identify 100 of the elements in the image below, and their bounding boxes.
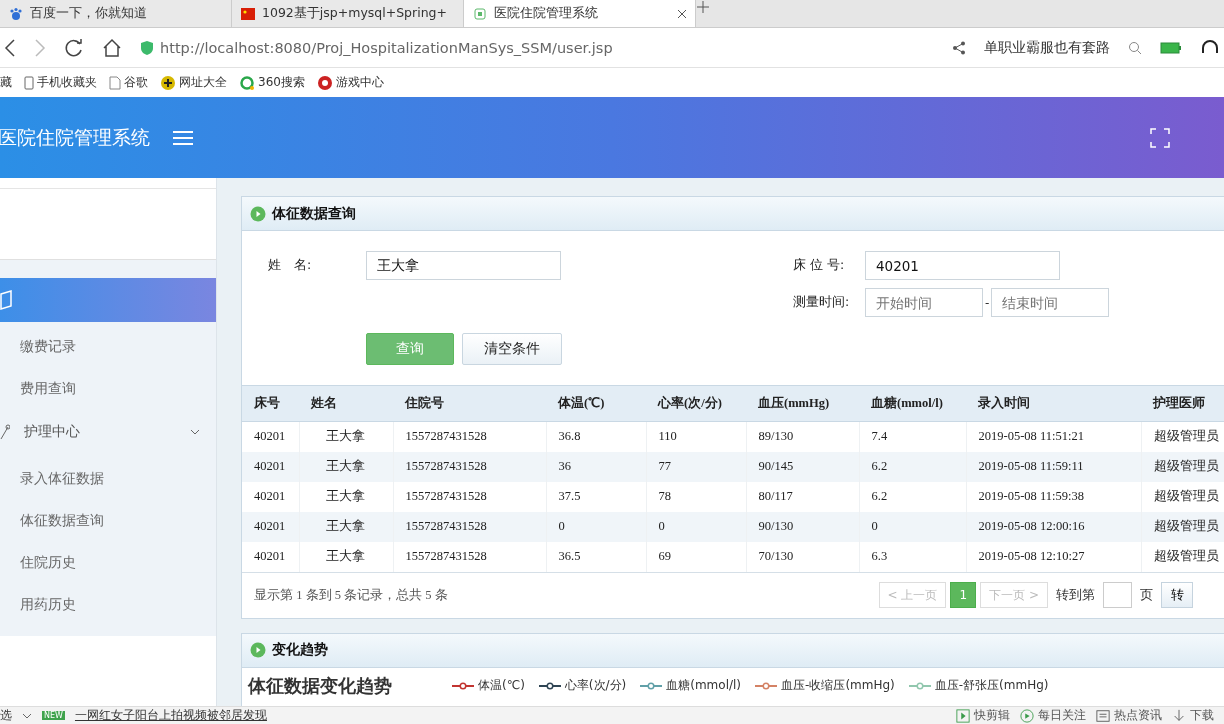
legend-item[interactable]: 心率(次/分) — [538, 677, 627, 694]
table-cell: 0 — [546, 511, 646, 542]
table-cell: 王大拿 — [299, 511, 393, 542]
chevron-icon — [190, 428, 200, 436]
menu-item[interactable]: 费用查询 — [0, 368, 216, 410]
legend-item[interactable]: 血压-舒张压(mmHg) — [908, 677, 1049, 694]
legend-item[interactable]: 血糖(mmol/l) — [640, 677, 742, 694]
table-cell: 1557287431528 — [393, 451, 546, 482]
bookmark-link[interactable]: 游戏中心 — [316, 74, 384, 91]
table-cell: 1557287431528 — [393, 511, 546, 542]
menu-item[interactable]: 用药历史 — [0, 584, 216, 626]
table-cell: 2019-05-08 11:59:11 — [966, 451, 1141, 482]
new-badge: NEW — [42, 711, 65, 720]
field-label: 床 位 号: — [793, 257, 846, 274]
column-header: 录入时间 — [966, 385, 1141, 422]
name-field[interactable]: 王大拿 — [366, 251, 561, 280]
end-time-field[interactable]: 结束时间 — [991, 288, 1110, 317]
start-time-field[interactable]: 开始时间 — [865, 288, 983, 317]
table-cell: 6.2 — [859, 481, 966, 512]
page-number-field[interactable] — [1103, 582, 1132, 608]
table-cell: 36 — [546, 451, 646, 482]
phone-icon — [24, 75, 34, 90]
status-tool[interactable]: 热点资讯 — [1096, 708, 1162, 723]
table-cell: 6.2 — [859, 451, 966, 482]
table-cell: 80/117 — [746, 481, 859, 512]
table-cell: 超级管理员 — [1141, 421, 1224, 452]
clip-icon — [956, 708, 970, 723]
chevron-icon[interactable] — [22, 711, 32, 720]
goto-label: 转到第 — [1056, 586, 1095, 604]
menu-item[interactable]: 体征数据查询 — [0, 500, 216, 542]
reload-icon[interactable] — [64, 37, 84, 58]
ring-icon — [239, 74, 255, 91]
search-field[interactable]: 单职业霸服也有套路 — [984, 38, 1110, 57]
plus-icon — [160, 74, 176, 91]
bookmark-link[interactable]: 谷歌 — [109, 74, 148, 91]
bed-field[interactable]: 40201 — [865, 251, 1060, 280]
bookmark-link[interactable]: 藏 — [0, 74, 12, 91]
share-icon[interactable] — [952, 40, 966, 55]
table-cell: 78 — [646, 481, 746, 512]
close-icon[interactable] — [677, 8, 687, 19]
table-cell: 超级管理员 — [1141, 451, 1224, 482]
table-cell: 王大拿 — [299, 421, 393, 452]
menu-item[interactable]: 住院历史 — [0, 542, 216, 584]
bookmark-link[interactable]: 网址大全 — [160, 74, 227, 91]
chart-title: 体征数据变化趋势 — [248, 673, 392, 698]
menu-group[interactable]: 护理中心 — [0, 410, 216, 454]
field-label: 姓 名: — [268, 257, 313, 274]
table-cell: 2019-05-08 11:51:21 — [966, 421, 1141, 452]
table-cell: 7.4 — [859, 421, 966, 452]
legend-item[interactable]: 体温(℃) — [452, 677, 525, 694]
table-cell: 110 — [646, 421, 746, 452]
table-cell: 王大拿 — [299, 541, 393, 572]
news-link[interactable]: 一网红女子阳台上拍视频被邻居发现 — [74, 708, 267, 723]
table-cell: 37.5 — [546, 481, 646, 512]
table-cell: 77 — [646, 451, 746, 482]
column-header: 护理医师 — [1141, 385, 1224, 422]
play-icon — [250, 205, 266, 222]
table-cell: 0 — [646, 511, 746, 542]
table-cell: 36.8 — [546, 421, 646, 452]
column-header: 姓名 — [299, 385, 393, 422]
status-tool[interactable]: 快剪辑 — [956, 708, 1010, 723]
column-header: 住院号 — [393, 385, 546, 422]
play-icon — [250, 642, 266, 658]
table-cell: 超级管理员 — [1141, 541, 1224, 572]
table-cell: 40201 — [242, 511, 299, 542]
menu-item[interactable]: 录入体征数据 — [0, 458, 216, 500]
table-cell: 王大拿 — [299, 481, 393, 512]
page-icon — [109, 75, 121, 90]
home-icon[interactable] — [102, 37, 122, 58]
table-cell: 2019-05-08 12:10:27 — [966, 541, 1141, 572]
browser-tab[interactable]: 医院住院管理系统 — [464, 0, 696, 27]
status-tool[interactable]: 每日关注 — [1020, 708, 1086, 723]
table-cell: 40201 — [242, 451, 299, 482]
table-cell: 40201 — [242, 481, 299, 512]
menu-item[interactable]: 缴费记录 — [0, 326, 216, 368]
table-cell: 6.3 — [859, 541, 966, 572]
back-icon[interactable] — [4, 38, 16, 57]
site-icon — [472, 5, 488, 22]
bookmark-link[interactable]: 360搜索 — [239, 74, 305, 91]
legend-item[interactable]: 血压-收缩压(mmHg) — [755, 677, 895, 694]
search-icon[interactable] — [1128, 40, 1142, 55]
bookmark-link[interactable]: 手机收藏夹 — [24, 74, 97, 91]
column-header: 心率(次/分) — [646, 385, 746, 422]
table-cell: 2019-05-08 12:00:16 — [966, 511, 1141, 542]
shield-icon — [140, 39, 154, 56]
address-field[interactable]: http://localhost:8080/Proj_HospitalizationManSys_SSM/user.jsp — [160, 39, 613, 56]
play-icon — [1020, 708, 1034, 723]
go-button[interactable]: 转 — [1161, 582, 1193, 608]
fullscreen-icon[interactable] — [1150, 127, 1170, 148]
pin-icon — [0, 424, 10, 440]
column-header: 床号 — [242, 385, 299, 422]
range-separator: - — [985, 295, 990, 310]
column-header: 体温(℃) — [546, 385, 646, 422]
table-cell: 0 — [859, 511, 966, 542]
table-cell: 69 — [646, 541, 746, 572]
clear-button[interactable]: 清空条件 — [462, 333, 562, 365]
flag-icon — [240, 5, 256, 22]
paw-icon — [8, 5, 24, 22]
status-tool[interactable]: 下载 — [1172, 708, 1214, 723]
menu-icon[interactable] — [172, 128, 194, 147]
